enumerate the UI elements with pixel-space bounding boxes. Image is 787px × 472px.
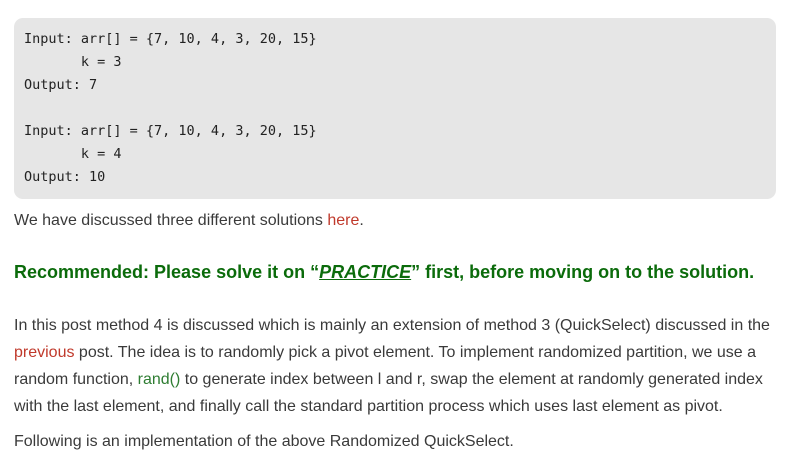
method-paragraph: In this post method 4 is discussed which… bbox=[14, 312, 784, 420]
previous-link[interactable]: previous bbox=[14, 344, 74, 361]
method-line-3: random function, rand() to generate inde… bbox=[14, 366, 784, 393]
code-line: Output: 10 bbox=[24, 169, 106, 185]
recommended-prefix: Recommended: Please solve it on “ bbox=[14, 262, 320, 282]
method-line-1: In this post method 4 is discussed which… bbox=[14, 317, 770, 334]
rand-link[interactable]: rand() bbox=[138, 371, 181, 388]
practice-link[interactable]: PRACTICE bbox=[319, 262, 411, 282]
code-line: k = 4 bbox=[24, 146, 122, 162]
discussed-paragraph: We have discussed three different soluti… bbox=[14, 212, 364, 230]
code-example-block: Input: arr[] = {7, 10, 4, 3, 20, 15} k =… bbox=[14, 18, 776, 199]
recommended-heading: Recommended: Please solve it on “PRACTIC… bbox=[14, 262, 754, 283]
following-paragraph: Following is an implementation of the ab… bbox=[14, 433, 514, 450]
method-line-3-after: to generate index between l and r, swap … bbox=[180, 371, 763, 388]
here-link[interactable]: here bbox=[327, 212, 359, 229]
method-line-2: previous post. The idea is to randomly p… bbox=[14, 339, 784, 366]
code-line: Output: 7 bbox=[24, 77, 98, 93]
code-line: Input: arr[] = {7, 10, 4, 3, 20, 15} bbox=[24, 31, 317, 47]
discussed-text: We have discussed three different soluti… bbox=[14, 212, 328, 229]
code-line: k = 3 bbox=[24, 54, 122, 70]
method-line-2-text: post. The idea is to randomly pick a piv… bbox=[74, 344, 757, 361]
method-line-3-before: random function, bbox=[14, 371, 138, 388]
discussed-period: . bbox=[359, 212, 364, 229]
code-line: Input: arr[] = {7, 10, 4, 3, 20, 15} bbox=[24, 123, 317, 139]
recommended-suffix: ” first, before moving on to the solutio… bbox=[411, 262, 755, 282]
method-line-4: with the last element, and finally call … bbox=[14, 398, 723, 415]
